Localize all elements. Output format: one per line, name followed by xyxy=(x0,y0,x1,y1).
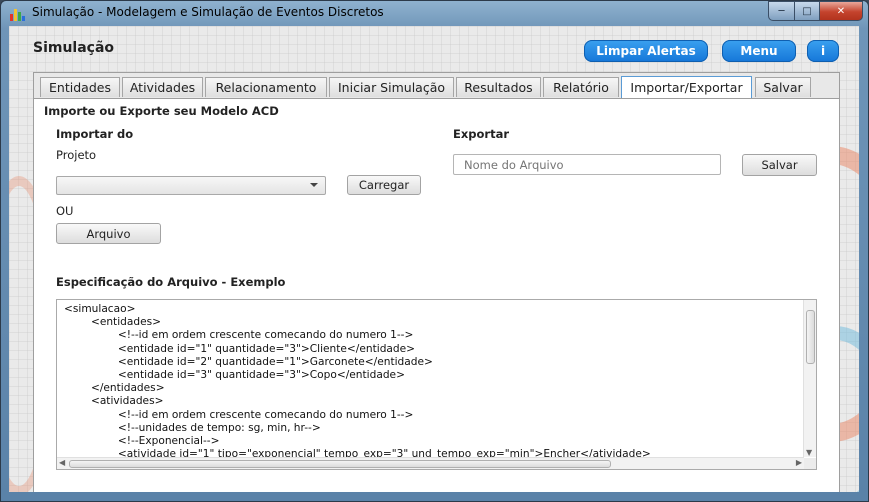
menu-button[interactable]: Menu xyxy=(722,40,796,62)
code-line: <entidade id="1" quantidade="3">Cliente<… xyxy=(64,342,416,355)
spec-title: Especificação do Arquivo - Exemplo xyxy=(56,275,286,289)
page-title: Simulação xyxy=(33,40,115,56)
scroll-left-arrow-icon[interactable]: ◀ xyxy=(59,458,65,467)
tab-relatorio[interactable]: Relatório xyxy=(543,77,619,97)
code-line: <!--id em ordem crescente comecando do n… xyxy=(64,408,414,421)
vertical-scroll-thumb[interactable] xyxy=(806,310,815,364)
title-bar[interactable]: Simulação - Modelagem e Simulação de Eve… xyxy=(1,1,868,25)
import-title: Importar do xyxy=(56,127,134,141)
code-line: <!--Exponencial--> xyxy=(64,435,220,448)
tab-atividades[interactable]: Atividades xyxy=(122,77,203,97)
code-line: <entidade id="2" quantidade="1">Garconet… xyxy=(64,355,433,368)
tab-relacionamento[interactable]: Relacionamento xyxy=(205,77,327,97)
code-line: <atividades> xyxy=(64,395,164,408)
info-button[interactable]: i xyxy=(807,40,839,62)
window-controls: ─ □ ✕ xyxy=(768,1,863,21)
scroll-right-arrow-icon[interactable]: ▶ xyxy=(796,458,802,467)
code-line: <simulacao> xyxy=(64,303,136,315)
tab-strip: Entidades Atividades Relacionamento Inic… xyxy=(34,73,839,99)
tab-entidades[interactable]: Entidades xyxy=(40,77,120,97)
code-line: </entidades> xyxy=(64,382,165,395)
file-button[interactable]: Arquivo xyxy=(56,223,161,244)
clear-alerts-button[interactable]: Limpar Alertas xyxy=(584,40,708,62)
project-label: Projeto xyxy=(56,148,97,162)
bar-chart-app-icon xyxy=(10,7,26,21)
spec-code-area[interactable]: <simulacao> <entidades> <!--id em ordem … xyxy=(56,299,817,470)
minimize-button[interactable]: ─ xyxy=(768,1,795,21)
export-title: Exportar xyxy=(453,127,510,141)
spec-code-text: <simulacao> <entidades> <!--id em ordem … xyxy=(64,303,651,461)
tab-pane: Entidades Atividades Relacionamento Inic… xyxy=(33,72,840,492)
tab-iniciar-simulacao[interactable]: Iniciar Simulação xyxy=(329,77,454,97)
filename-input[interactable] xyxy=(453,154,721,175)
project-select[interactable] xyxy=(56,176,326,195)
close-button[interactable]: ✕ xyxy=(820,1,863,21)
maximize-button[interactable]: □ xyxy=(795,1,820,21)
code-line: <entidade id="3" quantidade="3">Copo</en… xyxy=(64,369,405,382)
horizontal-scrollbar[interactable]: ◀ ▶ xyxy=(57,457,804,469)
vertical-scrollbar[interactable]: ▼ xyxy=(803,300,816,457)
app-window: Simulação - Modelagem e Simulação de Eve… xyxy=(0,0,869,502)
code-line: <entidades> xyxy=(64,316,161,329)
scroll-down-arrow-icon[interactable]: ▼ xyxy=(806,448,812,457)
tab-importar-exportar[interactable]: Importar/Exportar xyxy=(621,76,752,98)
tab-salvar[interactable]: Salvar xyxy=(755,77,811,97)
horizontal-scroll-thumb[interactable] xyxy=(69,460,611,468)
code-line: <!--id em ordem crescente comecando do n… xyxy=(64,329,414,342)
window-title: Simulação - Modelagem e Simulação de Eve… xyxy=(32,5,384,19)
save-button[interactable]: Salvar xyxy=(742,154,817,176)
client-area: Simulação Limpar Alertas Menu i Entidade… xyxy=(9,26,859,492)
panel-heading: Importe ou Exporte seu Modelo ACD xyxy=(44,104,279,118)
dropdown-arrow-icon xyxy=(310,183,318,187)
tab-resultados[interactable]: Resultados xyxy=(456,77,541,97)
or-label: OU xyxy=(56,204,74,218)
load-button[interactable]: Carregar xyxy=(347,175,421,195)
code-line: <!--unidades de tempo: sg, min, hr--> xyxy=(64,421,321,434)
scroll-corner xyxy=(804,458,816,469)
